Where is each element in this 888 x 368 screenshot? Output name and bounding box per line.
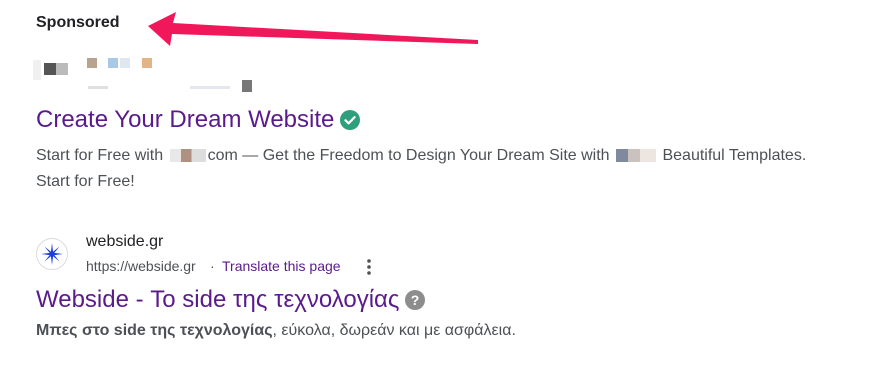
translate-page-link[interactable]: Translate this page [222,258,341,274]
site-favicon[interactable] [36,238,68,270]
ad-description-part2: com — Get the Freedom to Design Your Dre… [207,147,610,164]
check-circle-icon [340,109,361,137]
ad-description-part1: Start for Free with [36,147,164,164]
snippet-rest-text: , εύκολα, δωρεάν και με ασφάλεια. [272,322,516,339]
blurred-brand-name [169,149,206,163]
result-title-link[interactable]: Webside - Το side της τεχνολογίας? [36,286,425,317]
question-mark-icon[interactable]: ? [404,289,425,317]
snippet-bold-text: Μπες στο side της τεχνολογίας [36,322,273,339]
webside-logo-icon [41,243,63,265]
annotation-arrow [148,12,478,46]
ad-title-text[interactable]: Create Your Dream Website [36,106,334,133]
site-url[interactable]: https://webside.gr [86,258,196,274]
sponsored-label: Sponsored [36,14,120,31]
ad-title-link[interactable]: Create Your Dream Website [36,106,361,137]
url-separator: · [210,258,215,274]
blurred-brand-name-2 [616,149,657,163]
site-name[interactable]: webside.gr [86,233,163,251]
result-title-text[interactable]: Webside - Το side της τεχνολογίας [36,286,400,313]
svg-text:?: ? [410,292,419,308]
more-options-icon[interactable] [362,256,376,278]
result-snippet: Μπες στο side της τεχνολογίας, εύκολα, δ… [36,322,516,340]
ad-description: Start for Free with com — Get the Freedo… [36,143,816,195]
